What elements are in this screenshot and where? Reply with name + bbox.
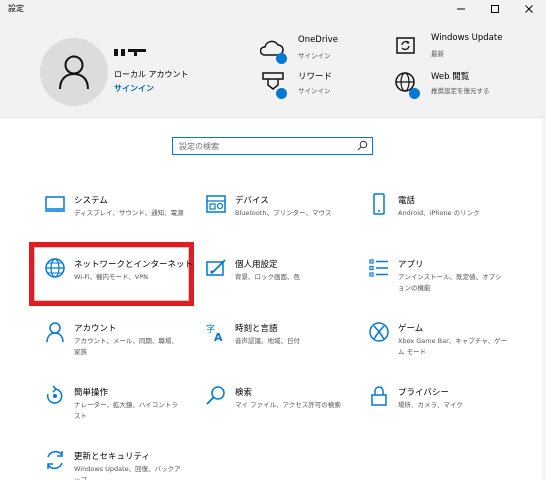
category-title: ネットワークとインターネット xyxy=(74,260,194,270)
category-title: ゲーム xyxy=(398,324,424,334)
category-ease-of-access[interactable]: 簡単操作 ナレーター、拡大鏡、ハイコントラスト xyxy=(44,385,214,433)
category-subtitle: Wi-Fi、機内モード、VPN xyxy=(74,273,148,281)
category-system[interactable]: システム ディスプレイ、サウンド、通知、電源 xyxy=(44,193,214,241)
svg-text:A: A xyxy=(214,331,223,343)
header-item-title: リワード xyxy=(298,72,333,82)
search-icon xyxy=(357,140,368,151)
account-name-redacted xyxy=(114,49,146,56)
category-subtitle: アンインストール、既定値、オプションの機能 xyxy=(398,273,502,292)
category-subtitle: Windows Update、回復、バックアップ xyxy=(74,465,181,480)
category-subtitle: アカウント、メール、同期、職場、家族 xyxy=(74,337,178,356)
system-icon xyxy=(44,193,66,215)
category-time-language[interactable]: 字A 時刻と言語 音声認識、地域、日付 xyxy=(205,321,375,369)
category-devices[interactable]: デバイス Bluetooth、プリンター、マウス xyxy=(205,193,375,241)
minimize-button[interactable] xyxy=(444,0,478,18)
header-item-onedrive[interactable]: OneDrive サインイン xyxy=(259,35,380,65)
window-title: 設定 xyxy=(8,4,24,13)
category-subtitle: Android、iPhone のリンク xyxy=(398,209,480,217)
category-title: 更新とセキュリティ xyxy=(74,452,150,462)
header-item-subtitle: 最新 xyxy=(431,50,444,58)
category-apps[interactable]: アプリ アンインストール、既定値、オプションの機能 xyxy=(368,257,538,305)
rewards-icon xyxy=(260,70,287,99)
header-item-title: Windows Update xyxy=(431,33,503,43)
category-title: 個人用設定 xyxy=(235,260,278,270)
xbox-icon xyxy=(368,321,390,343)
category-title: プライバシー xyxy=(398,388,449,398)
category-title: システム xyxy=(74,196,108,206)
category-title: 電話 xyxy=(398,196,416,206)
update-security-icon xyxy=(44,449,66,471)
category-title: 簡単操作 xyxy=(74,388,109,398)
header-item-title: OneDrive xyxy=(298,35,338,45)
account-type: ローカル アカウント xyxy=(114,70,189,79)
devices-icon xyxy=(205,193,227,215)
category-title: 検索 xyxy=(235,388,253,398)
web-browsing-icon xyxy=(393,70,420,99)
search-category-icon xyxy=(205,385,227,407)
header-item-title: Web 閲覧 xyxy=(431,72,470,82)
onedrive-icon xyxy=(259,35,287,64)
user-icon xyxy=(59,55,89,90)
minimize-icon xyxy=(457,8,465,10)
category-gaming[interactable]: ゲーム Xbox Game Bar、キャプチャ、ゲーム モード xyxy=(368,321,538,369)
windows-update-icon xyxy=(393,33,419,59)
lock-icon xyxy=(368,385,390,407)
account-header: ローカル アカウント サインイン OneDrive サインイン Windows … xyxy=(0,18,546,118)
maximize-button[interactable] xyxy=(478,0,512,18)
settings-search-box[interactable]: 設定の検索 xyxy=(172,137,373,155)
category-subtitle: ディスプレイ、サウンド、通知、電源 xyxy=(74,209,184,217)
category-accounts[interactable]: アカウント アカウント、メール、同期、職場、家族 xyxy=(44,321,214,369)
maximize-icon xyxy=(491,5,499,13)
personalization-icon xyxy=(205,257,227,279)
category-title: アカウント xyxy=(74,324,117,334)
category-subtitle: ナレーター、拡大鏡、ハイコントラスト xyxy=(74,401,178,420)
category-subtitle: 音声認識、地域、日付 xyxy=(235,337,300,345)
header-item-rewards[interactable]: リワード サインイン xyxy=(260,70,380,100)
category-subtitle: 背景、ロック画面、色 xyxy=(235,273,300,281)
accounts-icon xyxy=(44,321,66,343)
category-title: アプリ xyxy=(398,260,424,270)
close-icon xyxy=(525,5,533,13)
category-subtitle: Bluetooth、プリンター、マウス xyxy=(235,209,332,217)
scrollbar[interactable] xyxy=(542,118,546,480)
category-phone[interactable]: 電話 Android、iPhone のリンク xyxy=(368,193,538,241)
category-title: 時刻と言語 xyxy=(235,324,278,334)
apps-icon xyxy=(368,257,390,279)
category-title: デバイス xyxy=(235,196,269,206)
header-item-subtitle: サインイン xyxy=(298,87,331,95)
header-item-windows-update[interactable]: Windows Update 最新 xyxy=(393,33,533,63)
category-search[interactable]: 検索 マイ ファイル、アクセス許可の検索 xyxy=(205,385,375,433)
category-subtitle: マイ ファイル、アクセス許可の検索 xyxy=(235,401,341,409)
search-placeholder: 設定の検索 xyxy=(179,142,219,151)
header-item-subtitle: サインイン xyxy=(298,52,331,60)
title-bar: 設定 xyxy=(0,0,546,18)
category-network[interactable]: ネットワークとインターネット Wi-Fi、機内モード、VPN xyxy=(44,257,214,305)
signin-link[interactable]: サインイン xyxy=(114,83,154,94)
phone-icon xyxy=(368,193,390,215)
ease-of-access-icon xyxy=(44,385,66,407)
header-item-web-browsing[interactable]: Web 閲覧 推奨設定を復元する xyxy=(393,70,533,100)
avatar[interactable] xyxy=(40,38,108,106)
category-subtitle: Xbox Game Bar、キャプチャ、ゲーム モード xyxy=(398,337,508,356)
category-update-security[interactable]: 更新とセキュリティ Windows Update、回復、バックアップ xyxy=(44,449,214,480)
close-button[interactable] xyxy=(512,0,546,18)
header-item-subtitle: 推奨設定を復元する xyxy=(431,87,490,95)
category-personalization[interactable]: 個人用設定 背景、ロック画面、色 xyxy=(205,257,375,305)
category-privacy[interactable]: プライバシー 場所、カメラ、マイク xyxy=(368,385,538,433)
category-subtitle: 場所、カメラ、マイク xyxy=(398,401,463,409)
network-icon xyxy=(44,257,66,279)
time-language-icon: 字A xyxy=(205,321,227,344)
